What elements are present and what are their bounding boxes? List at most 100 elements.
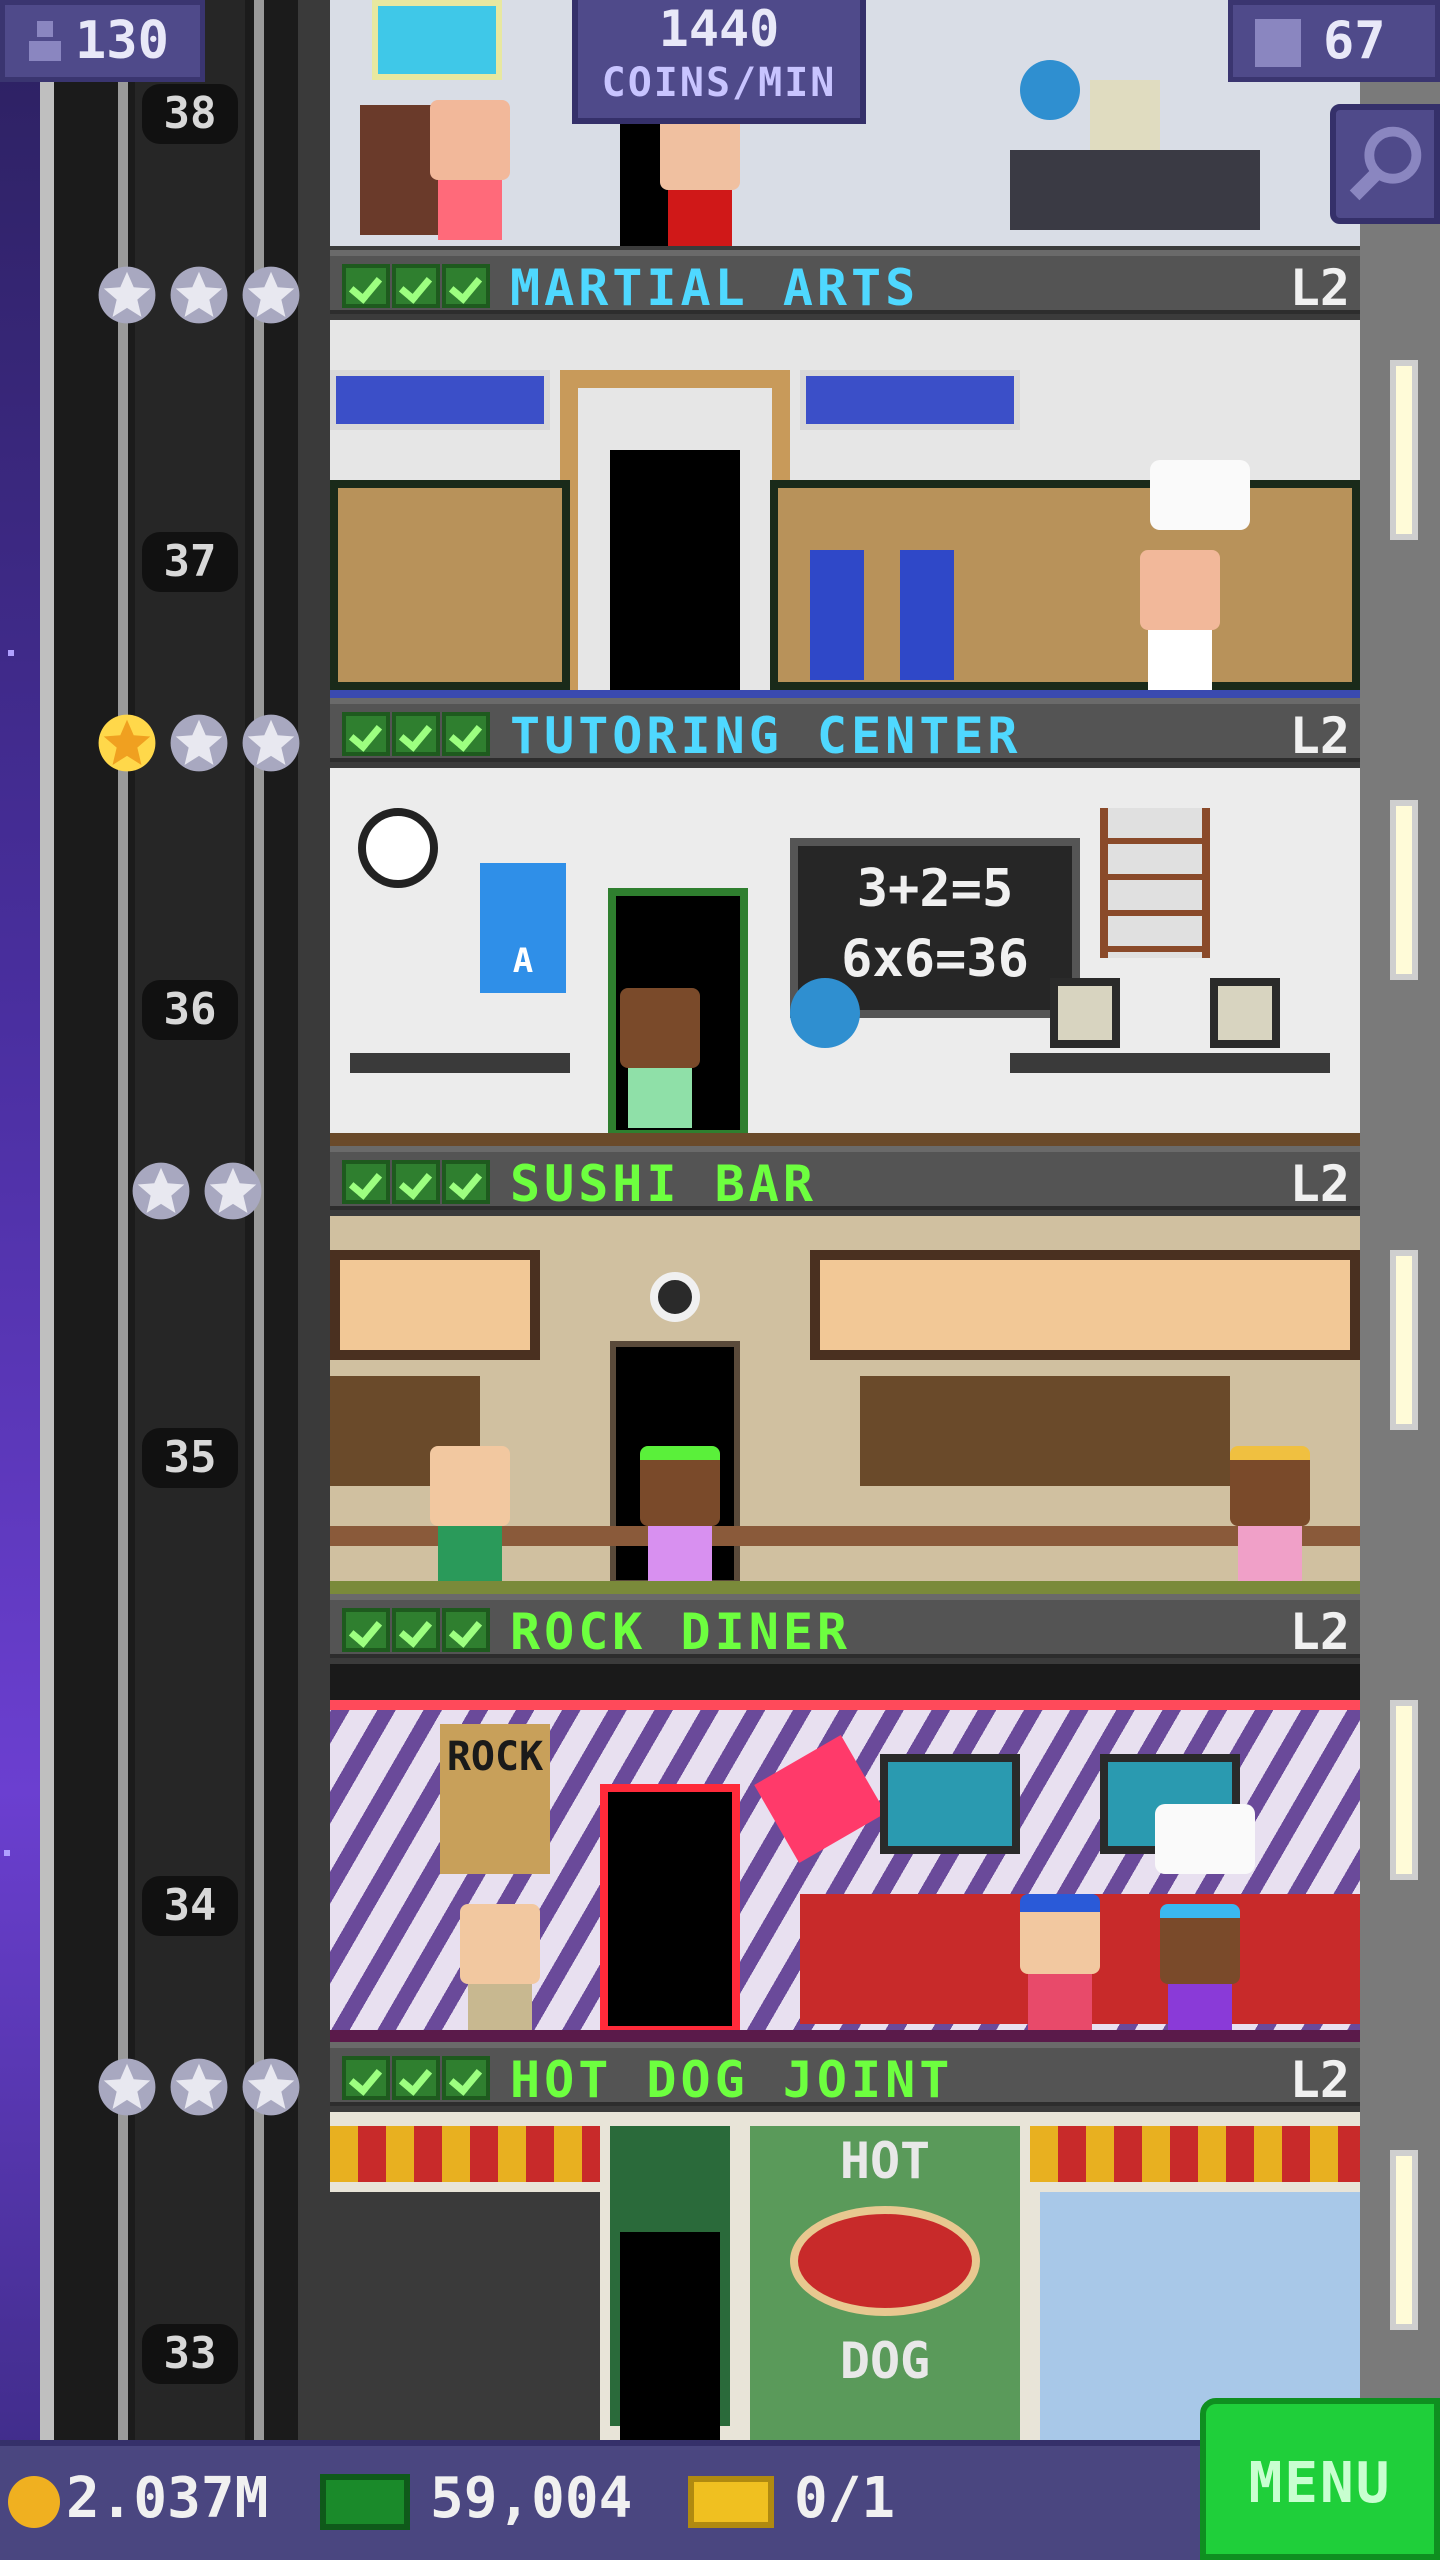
coins-per-minute-value: 1440 xyxy=(658,0,780,58)
floor-banner-tutoring-center[interactable]: TUTORING CENTER L2 xyxy=(330,698,1360,765)
striped-awning xyxy=(1030,2126,1360,2182)
silver-star-icon xyxy=(168,2056,230,2118)
elevator-shaft[interactable]: 38 37 36 35 34 33 xyxy=(40,0,330,2440)
shaft-rail xyxy=(40,0,54,2440)
floor-name: MARTIAL ARTS xyxy=(510,259,920,317)
framed-picture xyxy=(880,1754,1020,1854)
person-icon xyxy=(29,21,61,61)
bitizen[interactable] xyxy=(1230,1446,1310,1586)
sky-star xyxy=(4,1850,10,1856)
population-value: 130 xyxy=(75,11,169,71)
computer-desk xyxy=(1010,1053,1330,1073)
chalkboard-line: 3+2=5 xyxy=(856,859,1014,919)
floor-counter[interactable]: 67 xyxy=(1228,0,1440,82)
tower-exterior-wall xyxy=(1360,0,1440,2440)
check-icon xyxy=(342,264,390,308)
magnifier-icon xyxy=(1349,126,1422,201)
tickets-stat[interactable]: 0/1 xyxy=(688,2464,895,2534)
floor-level: L2 xyxy=(1289,259,1350,317)
wall-banner xyxy=(800,370,1020,430)
desk xyxy=(1010,150,1260,230)
coins-stat[interactable]: 2.037M xyxy=(8,2464,268,2534)
floor-name: ROCK DINER xyxy=(510,1603,852,1661)
silver-star-icon xyxy=(130,1160,192,1222)
floor-banner-hot-dog-joint[interactable]: HOT DOG JOINT L2 xyxy=(330,2042,1360,2109)
room-rock-diner[interactable]: ROCK xyxy=(330,1664,1360,2044)
guitar-icon xyxy=(754,1735,886,1863)
room-door xyxy=(620,2232,720,2440)
silver-star-icon xyxy=(240,264,302,326)
punching-bag xyxy=(900,550,954,680)
floor-star-rating xyxy=(96,712,302,774)
bookshelf xyxy=(1100,808,1210,958)
bitizen[interactable] xyxy=(640,1446,720,1586)
bitizen[interactable] xyxy=(1140,550,1220,690)
bitizen[interactable] xyxy=(460,1904,540,2044)
globe xyxy=(790,978,860,1048)
bitizen[interactable] xyxy=(660,110,740,246)
night-sky xyxy=(0,0,40,2560)
apple-poster: A xyxy=(480,863,566,993)
floor-number: 34 xyxy=(142,1876,238,1936)
floor-number: 35 xyxy=(142,1428,238,1488)
room-door xyxy=(610,450,740,690)
floor-star-rating xyxy=(96,2056,302,2118)
floor-level: L2 xyxy=(1289,2051,1350,2109)
silver-star-icon xyxy=(96,2056,158,2118)
floor-name: TUTORING CENTER xyxy=(510,707,1022,765)
room-martial-arts[interactable] xyxy=(330,320,1360,700)
bitizen[interactable] xyxy=(1020,1894,1100,2034)
exterior-window xyxy=(1390,800,1418,980)
tower: MARTIAL ARTS L2 TUTORING CENTER L2 A 3+2… xyxy=(330,0,1360,2440)
bitizen[interactable] xyxy=(1160,1904,1240,2044)
population-counter[interactable]: 130 xyxy=(0,0,205,82)
floor-banner-rock-diner[interactable]: ROCK DINER L2 xyxy=(330,1594,1360,1661)
computer-monitor xyxy=(1090,80,1160,150)
coins-per-minute-unit: COINS/MIN xyxy=(601,60,837,106)
stock-checks xyxy=(342,264,490,308)
check-icon xyxy=(442,1608,490,1652)
exterior-window xyxy=(1390,360,1418,540)
silver-star-icon xyxy=(96,264,158,326)
bitizen[interactable] xyxy=(430,100,510,240)
check-icon xyxy=(392,712,440,756)
room-door xyxy=(600,1784,740,2034)
sky-star xyxy=(8,650,14,656)
rock-poster: ROCK xyxy=(440,1724,550,1874)
room-sushi-bar[interactable] xyxy=(330,1216,1360,1596)
search-button[interactable] xyxy=(1330,104,1440,224)
floor-banner-sushi-bar[interactable]: SUSHI BAR L2 xyxy=(330,1146,1360,1212)
neon-strip xyxy=(330,1700,1360,1710)
check-icon xyxy=(392,1160,440,1204)
floor-banner-martial-arts[interactable]: MARTIAL ARTS L2 xyxy=(330,250,1360,317)
floor-number: 37 xyxy=(142,532,238,592)
coins-value: 2.037M xyxy=(66,2466,269,2531)
bitizen[interactable] xyxy=(430,1446,510,1586)
building-icon xyxy=(1255,19,1301,67)
wooden-wall-panel xyxy=(330,480,570,690)
menu-button[interactable]: MENU xyxy=(1200,2398,1440,2560)
stock-checks xyxy=(342,1160,490,1204)
sign-text-top: HOT xyxy=(839,2132,931,2190)
paper-window xyxy=(810,1250,1360,1360)
food-shelves xyxy=(330,2192,600,2440)
room-hot-dog-joint[interactable]: HOT DOG xyxy=(330,2112,1360,2440)
punching-bag xyxy=(810,550,864,680)
silver-star-icon xyxy=(240,712,302,774)
exterior-window xyxy=(1390,1700,1418,1880)
ceiling-lights xyxy=(330,1664,1360,1700)
floor-number: 33 xyxy=(142,2324,238,2384)
ticket-icon xyxy=(688,2475,774,2528)
bitizen[interactable] xyxy=(620,988,700,1128)
room-tutoring-center[interactable]: A 3+2=5 6x6=36 xyxy=(330,768,1360,1148)
floor-number: 38 xyxy=(142,84,238,144)
bux-stat[interactable]: 59,004 xyxy=(320,2464,632,2534)
exterior-window xyxy=(1390,1250,1418,1430)
student-desk xyxy=(350,1053,570,1073)
bux-icon xyxy=(320,2473,410,2530)
computer-monitor xyxy=(1050,978,1120,1048)
hot-dog-icon xyxy=(790,2206,980,2316)
floor-number: 36 xyxy=(142,980,238,1040)
computer-monitor xyxy=(1210,978,1280,1048)
shaft-rail xyxy=(298,0,330,2440)
